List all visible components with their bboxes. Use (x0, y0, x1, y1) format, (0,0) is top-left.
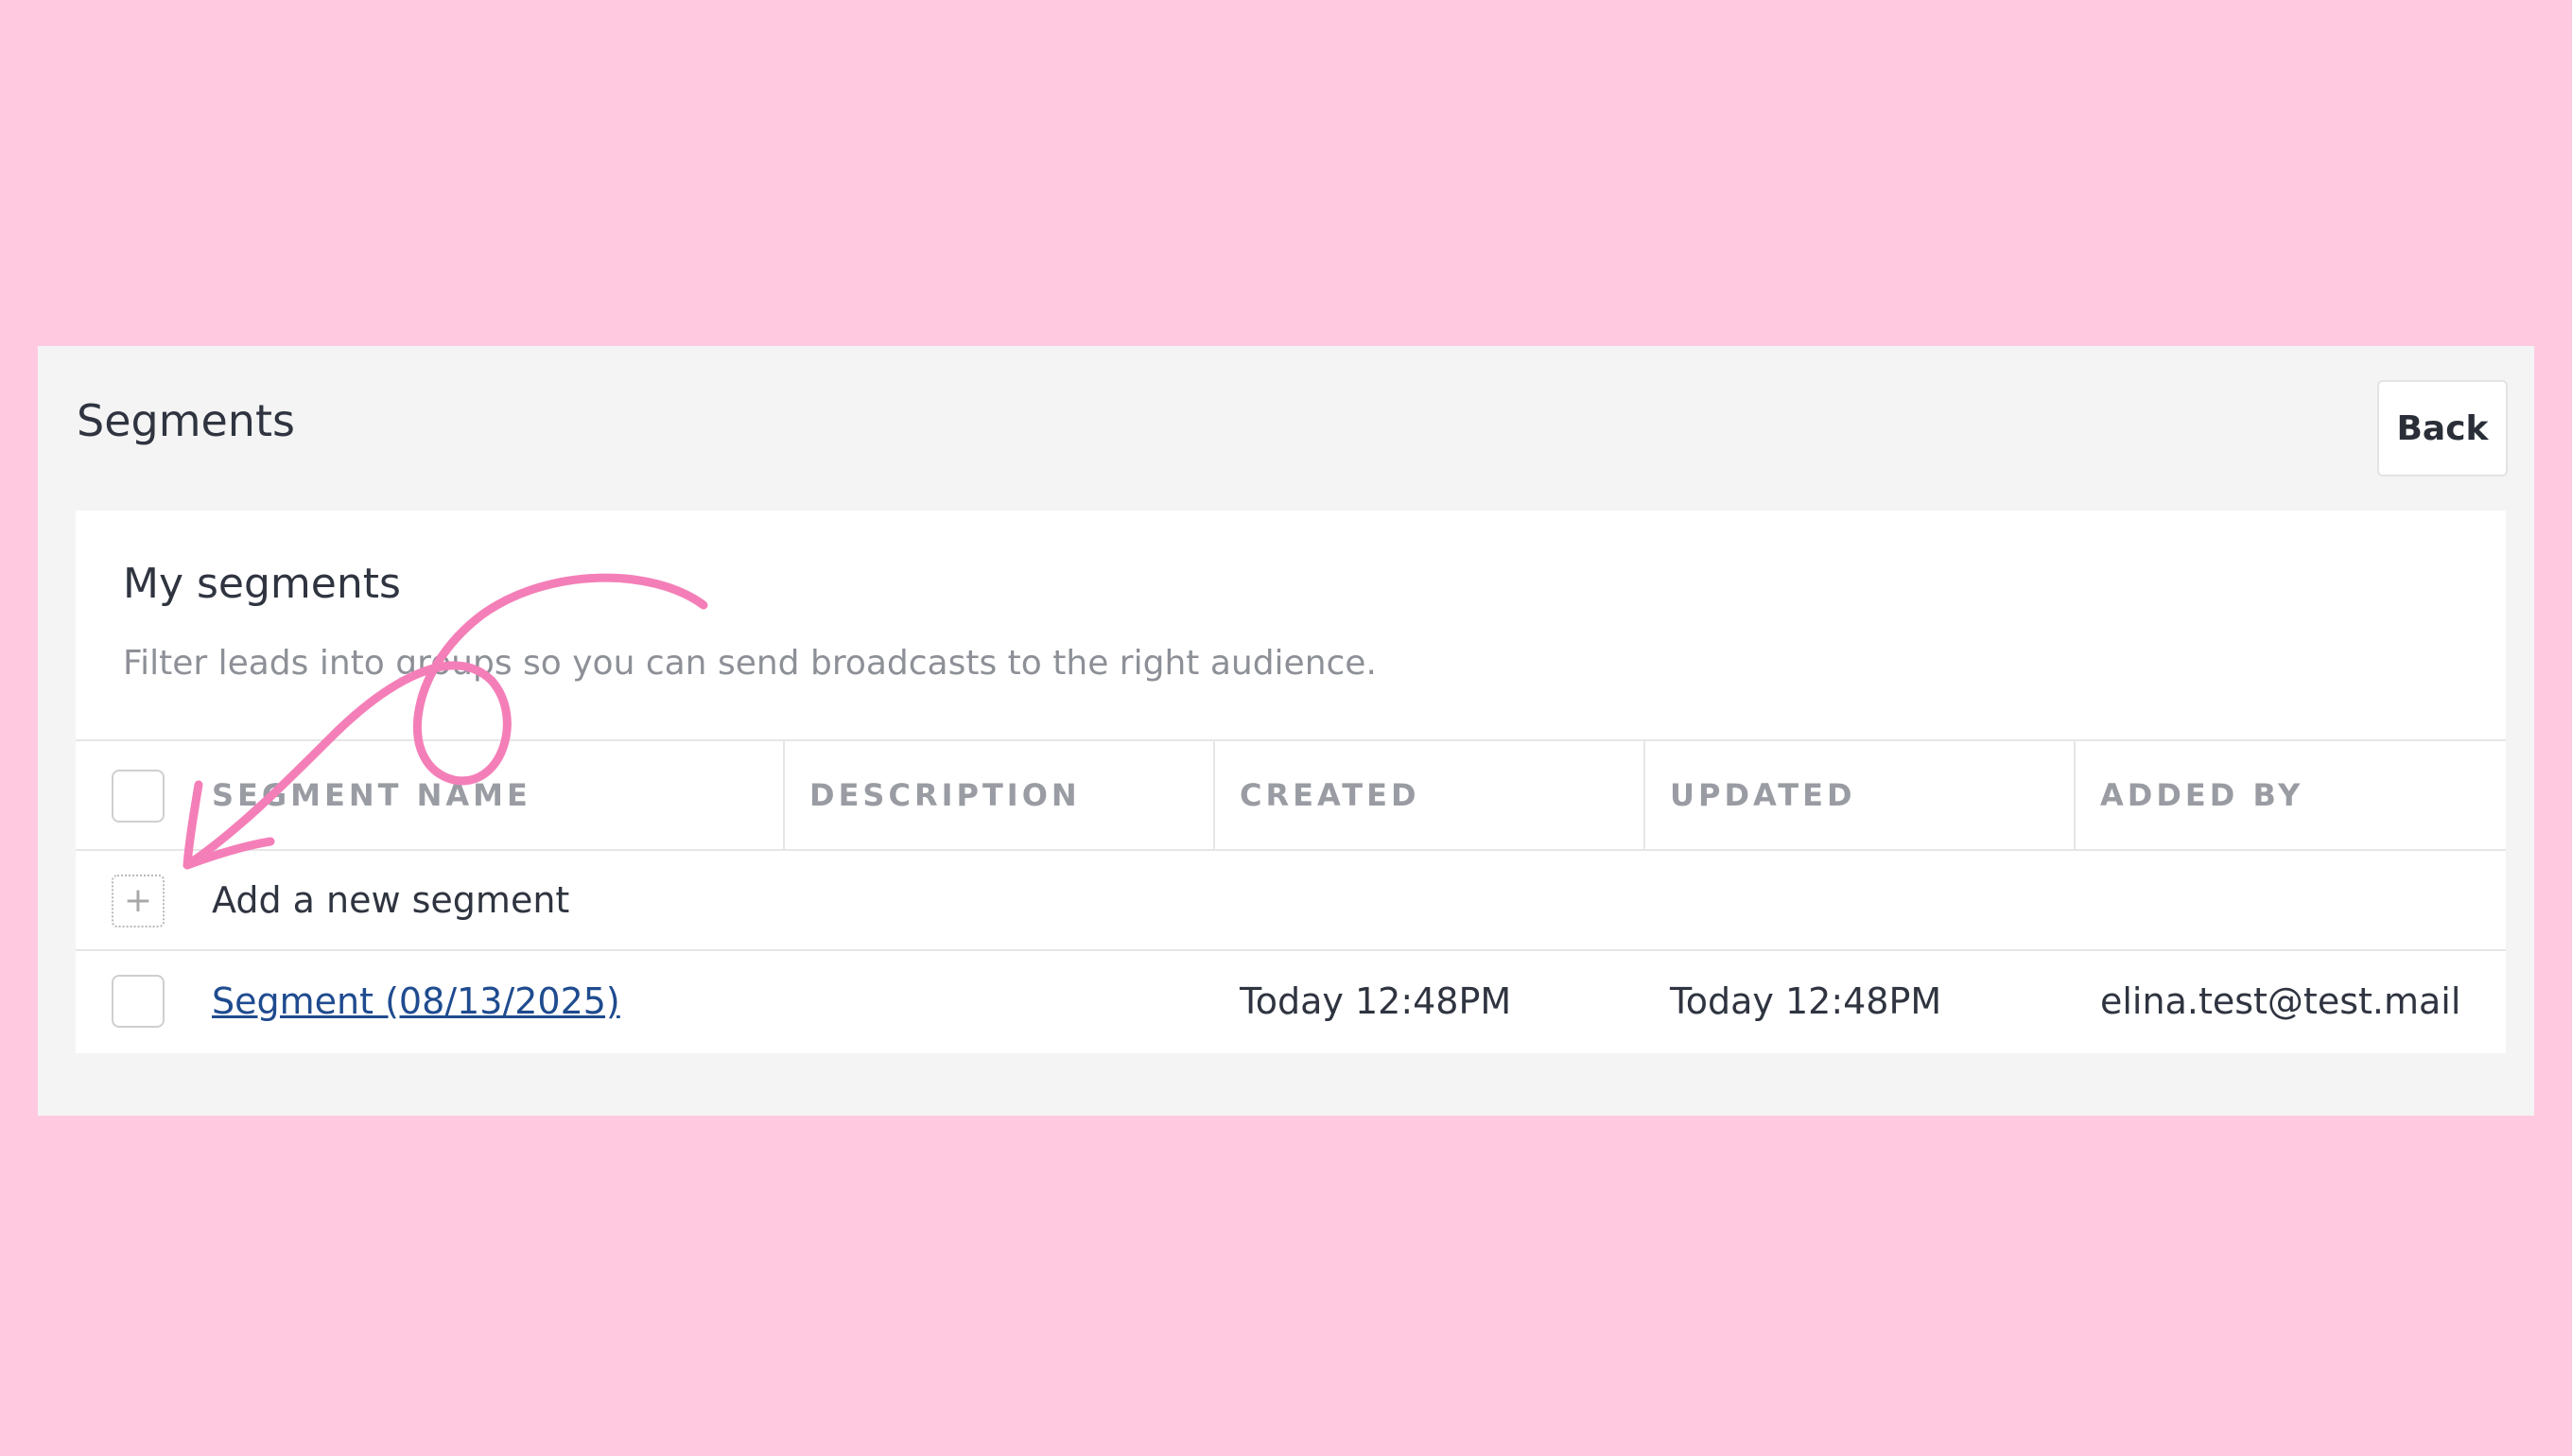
column-header-segment-name[interactable]: SEGMENT NAME (212, 741, 531, 849)
column-header-description[interactable]: DESCRIPTION (809, 741, 1081, 849)
back-button[interactable]: Back (2377, 380, 2508, 477)
column-header-created[interactable]: CREATED (1240, 741, 1420, 849)
card-subtitle: Filter leads into groups so you can send… (123, 644, 1377, 683)
plus-icon[interactable]: + (112, 875, 165, 927)
select-all-checkbox[interactable] (112, 770, 165, 823)
add-segment-row[interactable]: + Add a new segment (76, 851, 2506, 951)
segment-created: Today 12:48PM (1240, 980, 1512, 1022)
add-segment-label[interactable]: Add a new segment (212, 851, 569, 949)
column-divider (1643, 741, 1645, 849)
column-divider (1213, 741, 1215, 849)
segment-updated: Today 12:48PM (1670, 980, 1942, 1022)
column-divider (2074, 741, 2076, 849)
segment-name-link[interactable]: Segment (08/13/2025) (212, 980, 620, 1022)
page-title: Segments (77, 395, 295, 446)
table-row: Segment (08/13/2025) Today 12:48PM Today… (76, 951, 2506, 1051)
column-divider (783, 741, 785, 849)
row-checkbox[interactable] (112, 975, 165, 1028)
segments-table: SEGMENT NAME DESCRIPTION CREATED UPDATED… (76, 739, 2506, 1051)
segment-added-by: elina.test@test.mail (2100, 980, 2461, 1022)
segments-panel: Segments Back My segments Filter leads i… (38, 346, 2534, 1116)
card-title: My segments (123, 560, 401, 608)
segments-card: My segments Filter leads into groups so … (76, 511, 2506, 1053)
column-header-updated[interactable]: UPDATED (1670, 741, 1856, 849)
table-header-row: SEGMENT NAME DESCRIPTION CREATED UPDATED… (76, 739, 2506, 851)
screenshot-stage: Segments Back My segments Filter leads i… (0, 0, 2572, 1456)
column-header-added-by[interactable]: ADDED BY (2100, 741, 2303, 849)
